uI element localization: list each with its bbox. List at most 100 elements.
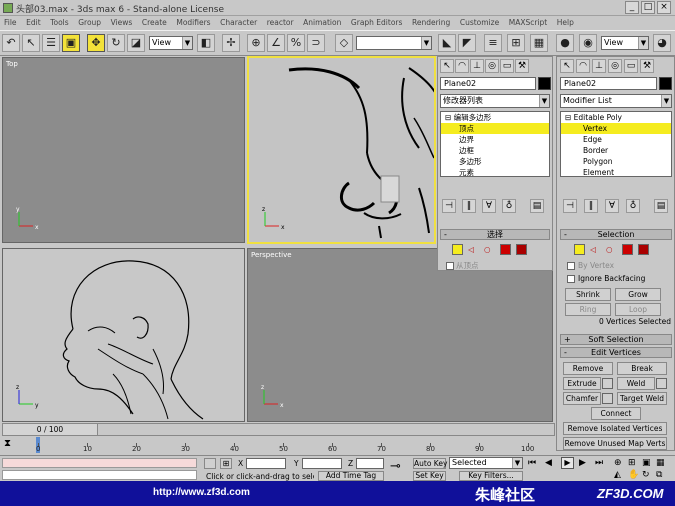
hierarchy-tab-icon[interactable]: ⊥	[470, 59, 484, 73]
go-to-start-icon[interactable]: ⏮	[528, 458, 536, 468]
z-coordinate-field[interactable]	[356, 458, 384, 469]
target-weld-button[interactable]: Target Weld	[617, 392, 667, 405]
reference-coord-select[interactable]: View ▼	[149, 36, 193, 50]
vertex-mode-icon[interactable]	[574, 244, 585, 255]
key-mode-select[interactable]: Selected ▼	[449, 457, 523, 469]
menu-animation[interactable]: Animation	[303, 16, 341, 30]
chamfer-settings-icon[interactable]	[602, 393, 613, 404]
select-by-name-icon[interactable]: ☰	[42, 34, 60, 52]
make-unique-icon[interactable]: ∀	[482, 199, 496, 213]
remove-unused-map-verts-button[interactable]: Remove Unused Map Verts	[563, 437, 667, 450]
loop-button[interactable]: Loop	[615, 303, 661, 316]
extrude-button[interactable]: Extrude	[563, 377, 601, 390]
spinner-snap-icon[interactable]: ⊃	[307, 34, 325, 52]
object-name-field-cn[interactable]: Plane02	[440, 77, 536, 90]
key-icon[interactable]: ⊸	[390, 459, 401, 474]
vertex-mode-icon-cn[interactable]	[452, 244, 463, 255]
schematic-icon[interactable]: ▦	[530, 34, 548, 52]
add-time-tag-button[interactable]: Add Time Tag	[318, 471, 384, 481]
stack-item-vertex-cn[interactable]: 顶点	[441, 123, 549, 134]
connect-button[interactable]: Connect	[591, 407, 641, 420]
absolute-mode-icon[interactable]: ⊞	[220, 458, 232, 469]
arc-rotate-icon[interactable]: ↻	[642, 470, 650, 480]
zoom-extents-all-icon[interactable]: ▦	[656, 458, 665, 468]
menu-modifiers[interactable]: Modifiers	[176, 16, 210, 30]
configure-sets-icon[interactable]: ▤	[654, 199, 668, 213]
chamfer-button[interactable]: Chamfer	[563, 392, 601, 405]
maximize-viewport-icon[interactable]: ⧉	[656, 470, 662, 480]
track-view-icon[interactable]: ⧗	[4, 438, 11, 449]
menu-group[interactable]: Group	[78, 16, 101, 30]
pan-icon[interactable]: ✋	[628, 470, 639, 480]
viewport-left[interactable]: y z	[2, 248, 245, 422]
remove-modifier-icon[interactable]: ♁	[502, 199, 516, 213]
render-scene-icon[interactable]: ◉	[579, 34, 597, 52]
stack-item-edge[interactable]: Edge	[561, 134, 671, 145]
ignore-backfacing-checkbox[interactable]	[567, 275, 575, 283]
edge-mode-icon[interactable]: ◁	[590, 245, 596, 255]
mirror-icon[interactable]: ◣	[438, 34, 456, 52]
rotate-icon[interactable]: ↻	[107, 34, 125, 52]
weld-settings-icon[interactable]	[656, 378, 667, 389]
stack-item-vertex[interactable]: Vertex	[561, 123, 671, 134]
quick-render-icon[interactable]: ◕	[653, 34, 671, 52]
motion-tab-icon[interactable]: ◎	[485, 59, 499, 73]
menu-reactor[interactable]: reactor	[267, 16, 294, 30]
percent-snap-icon[interactable]: %	[287, 34, 305, 52]
viewport-front[interactable]: x z	[247, 56, 436, 244]
extrude-settings-icon[interactable]	[602, 378, 613, 389]
zoom-all-icon[interactable]: ⊞	[628, 458, 636, 468]
remove-modifier-icon[interactable]: ♁	[626, 199, 640, 213]
rollout-edit-vertices[interactable]: - Edit Vertices	[560, 347, 672, 358]
undo-icon[interactable]: ↶	[2, 34, 20, 52]
viewport-perspective[interactable]: Perspective x z	[247, 248, 553, 422]
select-object-icon[interactable]: ↖	[22, 34, 40, 52]
modifier-stack-cn[interactable]: ⊟ 编辑多边形 顶点 边界 边框 多边形 元素	[440, 111, 550, 177]
play-icon[interactable]: ▶	[561, 457, 574, 469]
stack-item-border[interactable]: Border	[561, 145, 671, 156]
by-vertex-checkbox[interactable]	[567, 262, 575, 270]
pin-stack-icon[interactable]: ⊣	[442, 199, 456, 213]
remove-button[interactable]: Remove	[563, 362, 613, 375]
shrink-button[interactable]: Shrink	[565, 288, 611, 301]
motion-tab-icon[interactable]: ◎	[608, 59, 622, 73]
menu-graph-editors[interactable]: Graph Editors	[351, 16, 403, 30]
configure-sets-icon[interactable]: ▤	[530, 199, 544, 213]
menu-tools[interactable]: Tools	[50, 16, 68, 30]
snap-icon[interactable]: ⊕	[247, 34, 265, 52]
maxscript-listener[interactable]	[2, 458, 197, 468]
region-select-icon[interactable]: ▣	[62, 34, 80, 52]
menu-edit[interactable]: Edit	[26, 16, 41, 30]
menu-file[interactable]: File	[4, 16, 17, 30]
auto-key-button[interactable]: Auto Key	[413, 458, 447, 469]
modifier-stack[interactable]: ⊟ Editable Poly Vertex Edge Border Polyg…	[560, 111, 672, 177]
stack-item-polygon[interactable]: Polygon	[561, 156, 671, 167]
named-selection-icon[interactable]: ◇	[335, 34, 353, 52]
pivot-icon[interactable]: ◧	[197, 34, 215, 52]
material-editor-icon[interactable]: ●	[556, 34, 574, 52]
element-mode-icon[interactable]	[638, 244, 649, 255]
selection-lock-icon[interactable]	[204, 458, 216, 469]
rollout-selection[interactable]: - Selection	[560, 229, 672, 240]
minimize-button[interactable]: _	[625, 1, 639, 14]
display-tab-icon[interactable]: ▭	[500, 59, 514, 73]
menu-customize[interactable]: Customize	[460, 16, 499, 30]
y-coordinate-field[interactable]	[302, 458, 342, 469]
stack-item-element[interactable]: Element	[561, 167, 671, 178]
viewport-top[interactable]: Top x y	[2, 57, 245, 243]
menu-help[interactable]: Help	[557, 16, 574, 30]
object-color-swatch-cn[interactable]	[538, 77, 551, 90]
menu-character[interactable]: Character	[220, 16, 257, 30]
rollout-soft-selection[interactable]: + Soft Selection	[560, 334, 672, 345]
stack-item-border-cn[interactable]: 边框	[441, 145, 549, 156]
go-to-end-icon[interactable]: ⏭	[595, 458, 603, 468]
border-mode-icon-cn[interactable]: ○	[484, 245, 491, 255]
align-icon[interactable]: ◤	[458, 34, 476, 52]
angle-snap-icon[interactable]: ∠	[267, 34, 285, 52]
utilities-tab-icon[interactable]: ⚒	[640, 59, 654, 73]
show-end-result-icon[interactable]: ‖	[584, 199, 598, 213]
stack-item-edge-cn[interactable]: 边界	[441, 134, 549, 145]
track-bar[interactable]: ⧗ 0 10 20 30 40 50 60 70 80 90 100	[2, 437, 555, 455]
break-button[interactable]: Break	[617, 362, 667, 375]
create-tab-icon[interactable]: ↖	[440, 59, 454, 73]
